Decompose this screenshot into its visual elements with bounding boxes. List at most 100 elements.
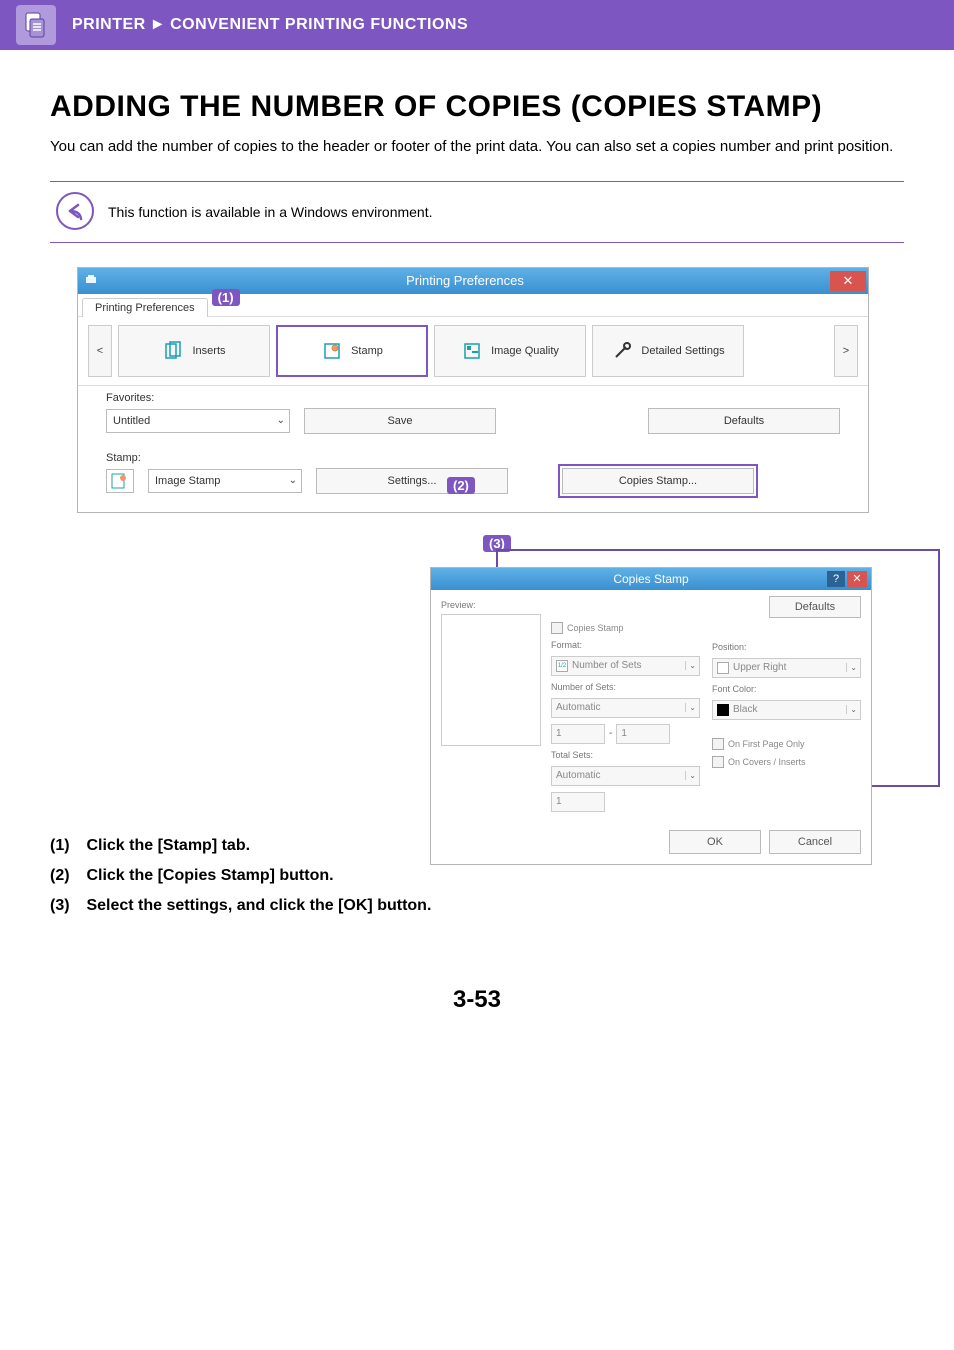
dialog-cancel-button[interactable]: Cancel: [769, 830, 861, 854]
total-sets-input[interactable]: 1: [551, 792, 605, 812]
category-toolbar: < Inserts Stamp: [78, 317, 868, 386]
total-sets-select[interactable]: Automatic ⌄: [551, 766, 700, 786]
font-color-value: Black: [733, 704, 757, 715]
window-tabs: Printing Preferences (1): [78, 294, 868, 317]
chevron-down-icon: ⌄: [685, 661, 696, 670]
breadcrumb-sep-icon: ►: [150, 16, 166, 34]
header-bar: PRINTER ► CONVENIENT PRINTING FUNCTIONS: [0, 0, 954, 50]
callout-2-badge: (2): [447, 477, 475, 494]
callout-1-badge: (1): [212, 289, 240, 306]
chevron-down-icon: ⌄: [846, 705, 857, 714]
favorites-dropdown[interactable]: Untitled ⌄: [106, 409, 290, 433]
preview-box: [441, 614, 541, 746]
callout-3-badge: (3): [483, 535, 511, 552]
position-select-icon: [717, 662, 729, 674]
stamp-type-icon: [106, 469, 134, 493]
tab-inserts-label: Inserts: [192, 345, 225, 357]
tab-printing-preferences[interactable]: Printing Preferences: [82, 298, 208, 317]
preview-label: Preview:: [441, 600, 541, 610]
chevron-down-icon: ⌄: [289, 475, 297, 486]
save-button[interactable]: Save: [304, 408, 496, 434]
stamp-type-value: Image Stamp: [155, 475, 220, 487]
format-value: Number of Sets: [572, 660, 641, 671]
dialog-ok-button[interactable]: OK: [669, 830, 761, 854]
covers-inserts-checkbox[interactable]: On Covers / Inserts: [712, 756, 861, 768]
stamp-section-label: Stamp:: [78, 438, 868, 464]
defaults-button[interactable]: Defaults: [648, 408, 840, 434]
window-title: Printing Preferences: [100, 273, 830, 288]
copies-stamp-check-label: Copies Stamp: [567, 623, 624, 633]
step-2-text: Click the [Copies Stamp] button.: [86, 867, 333, 884]
dialog-defaults-button[interactable]: Defaults: [769, 596, 861, 618]
checkbox-icon: [712, 738, 724, 750]
total-sets-value: Automatic: [556, 770, 600, 781]
number-of-sets-select[interactable]: Automatic ⌄: [551, 698, 700, 718]
total-sets-label: Total Sets:: [551, 750, 700, 760]
tab-detailed-settings[interactable]: Detailed Settings: [592, 325, 744, 377]
nav-next-button[interactable]: >: [834, 325, 858, 377]
tab-inserts[interactable]: Inserts: [118, 325, 270, 377]
intro-text: You can add the number of copies to the …: [50, 136, 904, 159]
step-1-text: Click the [Stamp] tab.: [86, 837, 250, 854]
favorites-label: Favorites:: [78, 386, 868, 404]
dialog-titlebar: Copies Stamp ? ✕: [431, 568, 871, 590]
tab-image-quality-label: Image Quality: [491, 345, 559, 357]
favorites-value: Untitled: [113, 415, 150, 427]
copies-stamp-checkbox[interactable]: Copies Stamp: [551, 622, 700, 634]
color-swatch-icon: [717, 704, 729, 716]
stamp-settings-button[interactable]: Settings...: [316, 468, 508, 494]
window-close-button[interactable]: ✕: [830, 271, 866, 291]
printer-page-icon: [16, 5, 56, 45]
font-color-select[interactable]: Black ⌄: [712, 700, 861, 720]
nav-prev-button[interactable]: <: [88, 325, 112, 377]
position-label: Position:: [712, 642, 861, 652]
chevron-down-icon: ⌄: [277, 415, 285, 426]
format-select[interactable]: 1/2 Number of Sets ⌄: [551, 656, 700, 676]
position-select[interactable]: Upper Right ⌄: [712, 658, 861, 678]
covers-inserts-label: On Covers / Inserts: [728, 757, 806, 767]
number-of-sets-value: Automatic: [556, 702, 600, 713]
format-label: Format:: [551, 640, 700, 650]
position-value: Upper Right: [733, 662, 786, 673]
chevron-down-icon: ⌄: [685, 703, 696, 712]
range-to-input[interactable]: 1: [616, 724, 670, 744]
dialog-help-button[interactable]: ?: [827, 571, 845, 587]
step-2: (2) Click the [Copies Stamp] button.: [50, 861, 904, 891]
chevron-down-icon: ⌄: [846, 663, 857, 672]
info-back-icon: [56, 192, 94, 230]
copies-stamp-button[interactable]: Copies Stamp...: [562, 468, 754, 494]
checkbox-icon: [712, 756, 724, 768]
dialog-close-button[interactable]: ✕: [847, 571, 867, 587]
inserts-icon: [162, 340, 184, 362]
stamp-type-dropdown[interactable]: Image Stamp ⌄: [148, 469, 302, 493]
image-quality-icon: [461, 340, 483, 362]
first-page-only-label: On First Page Only: [728, 739, 805, 749]
step-1-num: (1): [50, 831, 82, 861]
chevron-down-icon: ⌄: [685, 771, 696, 780]
breadcrumb-part-1: PRINTER: [72, 16, 146, 34]
format-select-icon: 1/2: [556, 660, 568, 672]
page-number: 3-53: [0, 946, 954, 1014]
checkbox-icon: [551, 622, 563, 634]
step-3-text: Select the settings, and click the [OK] …: [86, 897, 431, 914]
note-block: This function is available in a Windows …: [50, 181, 904, 243]
tab-image-quality[interactable]: Image Quality: [434, 325, 586, 377]
copies-stamp-dialog: Copies Stamp ? ✕ Defaults Preview:: [430, 567, 872, 865]
note-text: This function is available in a Windows …: [108, 202, 433, 220]
detailed-settings-icon: [611, 340, 633, 362]
range-dash: -: [609, 728, 612, 739]
step-3: (3) Select the settings, and click the […: [50, 891, 904, 921]
number-of-sets-label: Number of Sets:: [551, 682, 700, 692]
stamp-icon: [321, 340, 343, 362]
range-from-input[interactable]: 1: [551, 724, 605, 744]
printer-small-icon: [84, 273, 100, 289]
window-titlebar: Printing Preferences ✕: [78, 268, 868, 294]
tab-stamp[interactable]: Stamp: [276, 325, 428, 377]
tab-detailed-settings-label: Detailed Settings: [641, 345, 724, 357]
first-page-only-checkbox[interactable]: On First Page Only: [712, 738, 861, 750]
dialog-title: Copies Stamp: [613, 572, 688, 586]
font-color-label: Font Color:: [712, 684, 861, 694]
printing-preferences-window: Printing Preferences ✕ Printing Preferen…: [77, 267, 869, 513]
tab-stamp-label: Stamp: [351, 345, 383, 357]
step-2-num: (2): [50, 861, 82, 891]
